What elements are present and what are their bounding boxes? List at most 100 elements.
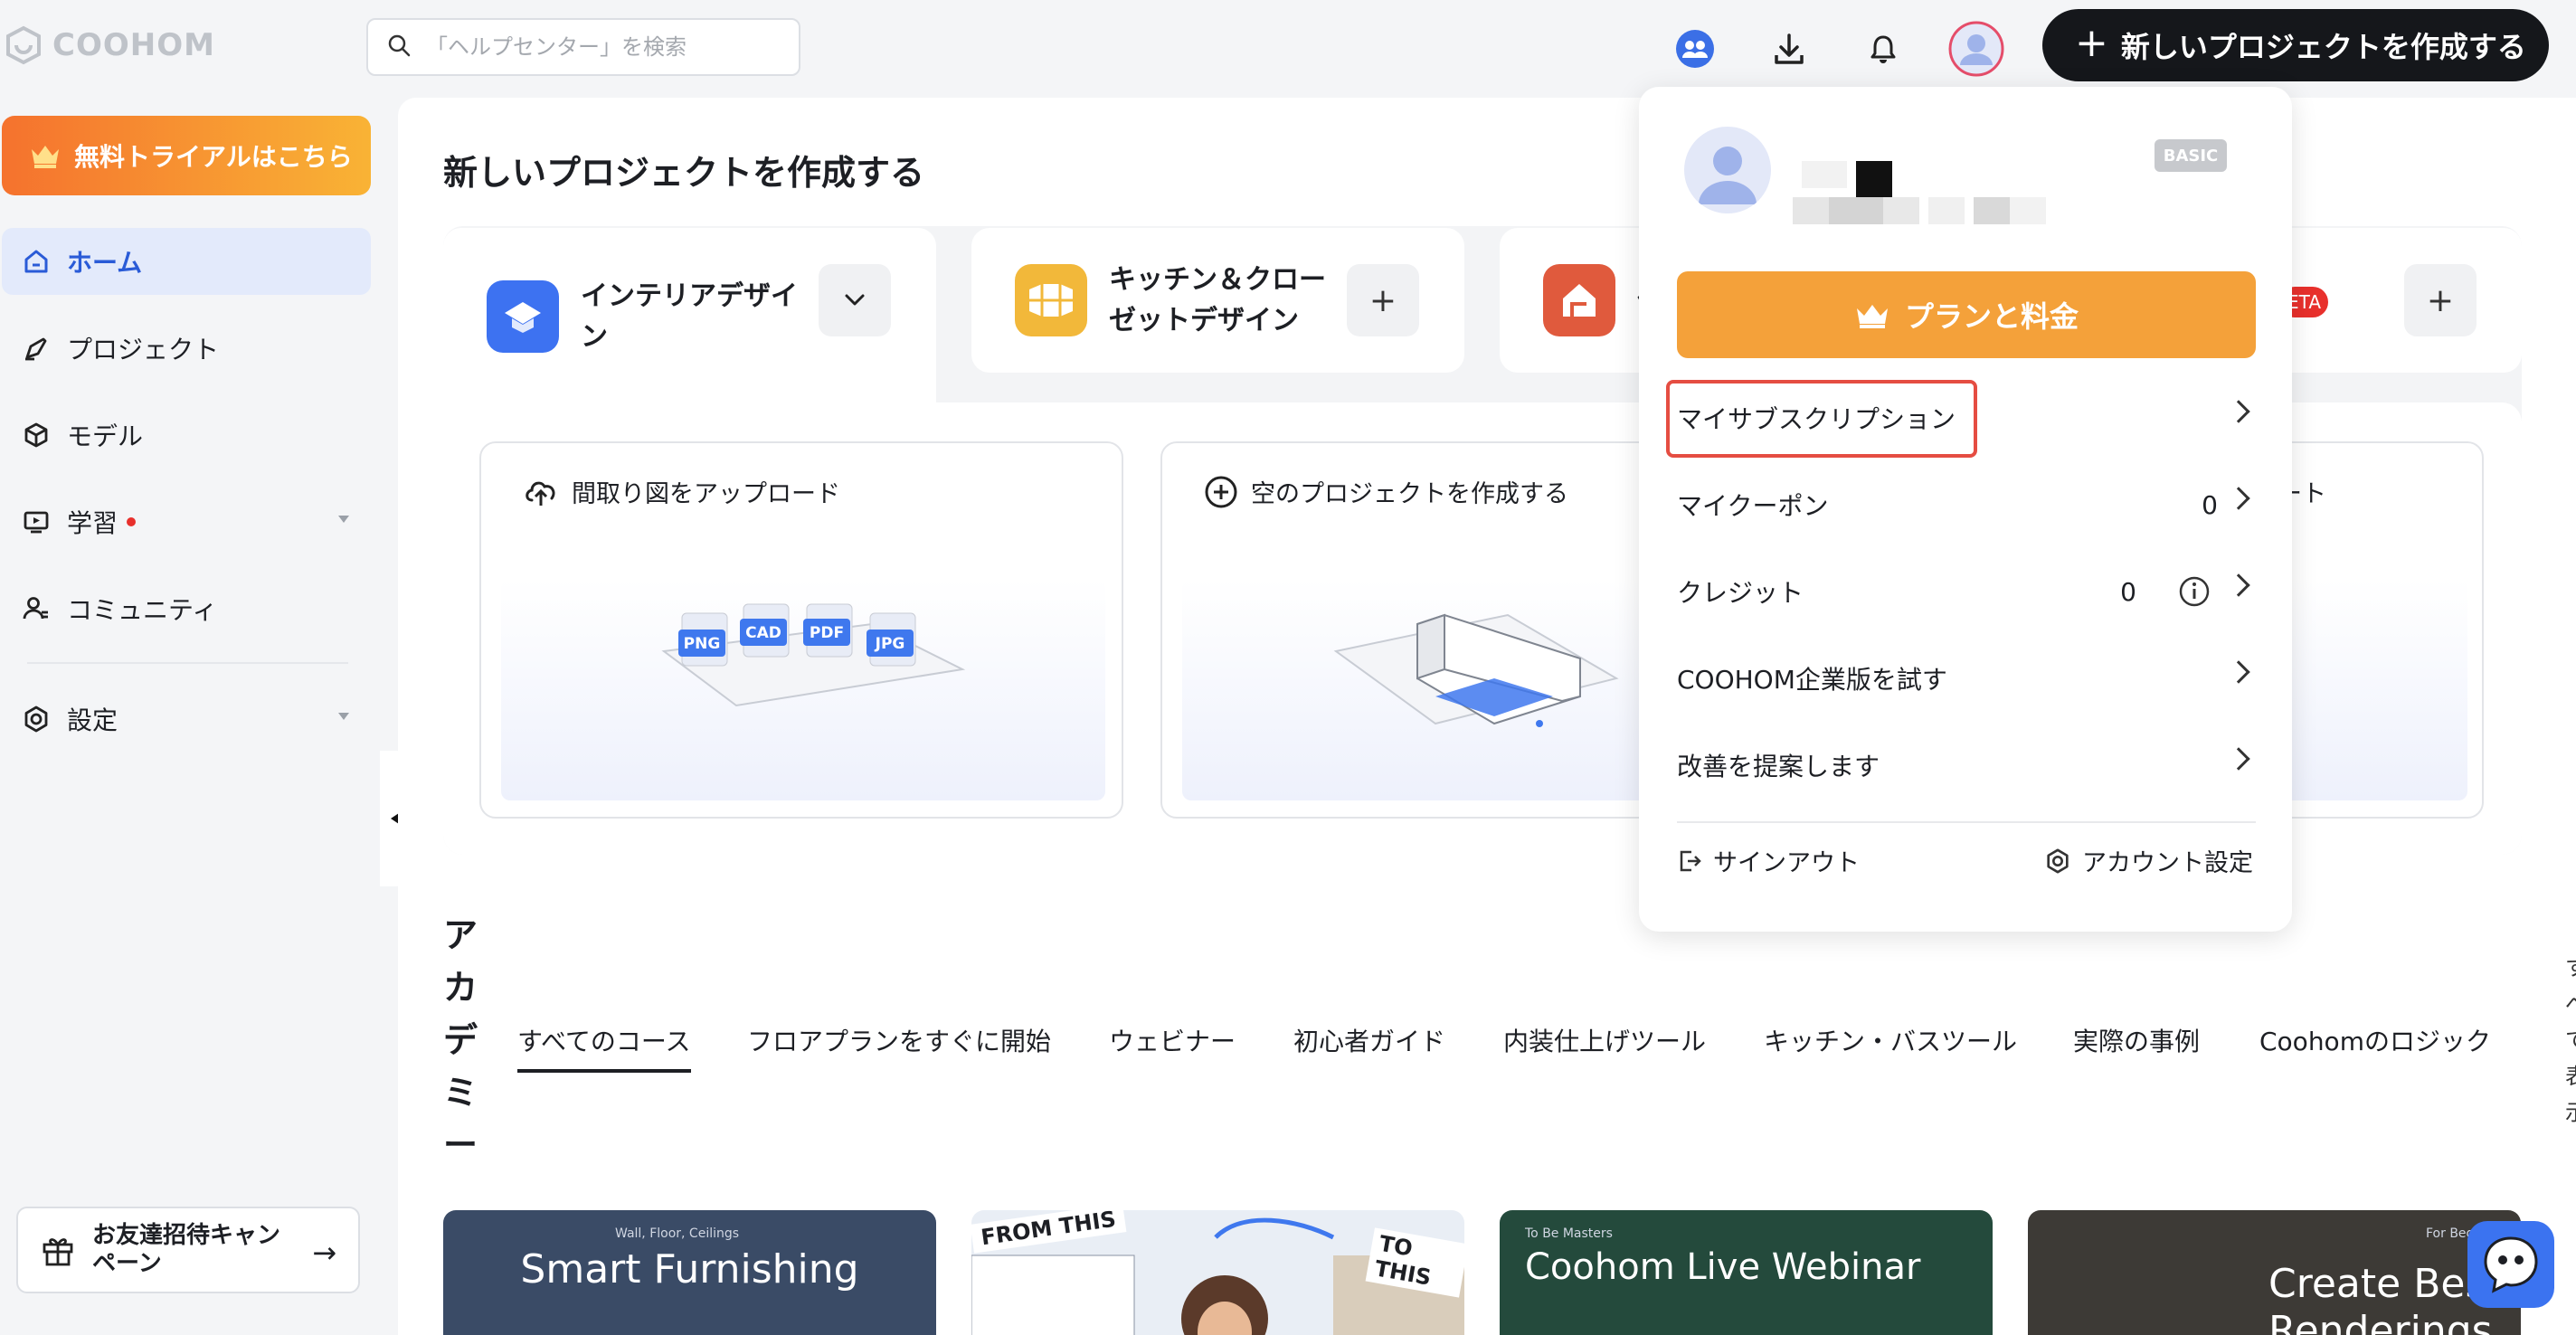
sidebar-item-learning[interactable]: 学習 xyxy=(2,488,371,555)
chevron-down-icon xyxy=(845,294,865,306)
course-title: Smart Furnishing xyxy=(520,1246,859,1292)
chevron-down-button[interactable] xyxy=(819,264,891,336)
jpg-file-icon: JPG xyxy=(867,612,916,667)
course-card-smart-furnishing[interactable]: Wall, Floor, Ceilings Smart Furnishing xyxy=(443,1210,936,1335)
menu-item-my-coupon[interactable]: マイクーポン 0 xyxy=(1677,478,2256,532)
expand-caret-icon[interactable] xyxy=(338,713,349,720)
settings-icon xyxy=(24,705,48,733)
sidebar-item-label: ホーム xyxy=(67,248,143,278)
plan-badge: BASIC xyxy=(2155,139,2227,172)
account-settings-button[interactable]: アカウント設定 xyxy=(2044,843,2253,878)
user-avatar-button[interactable] xyxy=(1947,20,2005,78)
upload-floorplan-card[interactable]: 間取り図をアップロード PNG CAD PDF JPG xyxy=(479,441,1123,819)
menu-item-suggest-improvement[interactable]: 改善を提案します xyxy=(1677,738,2256,792)
create-project-label: 新しいプロジェクトを作成する xyxy=(2120,30,2526,64)
cad-file-icon: CAD xyxy=(740,603,790,658)
dropdown-divider xyxy=(1677,821,2256,823)
sidebar-divider xyxy=(27,662,348,664)
coupon-count: 0 xyxy=(2202,489,2218,520)
sign-out-icon xyxy=(1680,850,1701,871)
free-trial-button[interactable]: 無料トライアルはこちら xyxy=(2,116,371,195)
pdf-file-icon: PDF xyxy=(803,603,853,658)
course-subtitle: To Be Masters xyxy=(1525,1226,1613,1241)
chevron-right-icon xyxy=(2227,487,2250,510)
search-input[interactable] xyxy=(426,34,770,60)
menu-item-label: クレジット xyxy=(1677,578,1804,608)
arrow-right-icon: → xyxy=(312,1236,336,1270)
course-card-live-webinar[interactable]: To Be Masters Coohom Live Webinar xyxy=(1500,1210,1993,1335)
plus-icon: + xyxy=(2426,281,2455,319)
course-card-before-after[interactable]: FROM THIS TO THIS xyxy=(971,1210,1464,1335)
menu-item-label: マイクーポン xyxy=(1677,491,1829,521)
bell-icon[interactable] xyxy=(1854,20,1912,78)
create-project-button[interactable]: + 新しいプロジェクトを作成する xyxy=(2042,9,2549,81)
search-icon xyxy=(386,33,412,62)
academy-tab-all[interactable]: すべてのコース xyxy=(517,1022,691,1073)
academy-tab-beginner[interactable]: 初心者ガイド xyxy=(1293,1022,1445,1058)
academy-tab-logic[interactable]: Coohomのロジック xyxy=(2259,1022,2491,1058)
tab-kitchen-closet-design[interactable]: キッチン＆クローゼットデザイン + xyxy=(971,228,1464,373)
coohom-logo[interactable]: COOHOM xyxy=(4,20,215,71)
option-label: 空のプロジェクトを作成する xyxy=(1251,480,1568,508)
invite-label: お友達招待キャンペーン xyxy=(92,1221,281,1277)
sidebar-item-project[interactable]: プロジェクト xyxy=(2,315,371,382)
invite-friends-banner[interactable]: お友達招待キャンペーン → xyxy=(16,1207,360,1293)
academy-tab-finishing-tools[interactable]: 内装仕上げツール xyxy=(1503,1022,1706,1058)
logo-text: COOHOM xyxy=(52,27,215,63)
sidebar-item-model[interactable]: モデル xyxy=(2,402,371,469)
academy-tab-kitchen-bath[interactable]: キッチン・バスツール xyxy=(1764,1022,2017,1058)
plus-circle-icon xyxy=(1205,476,1237,507)
sign-out-button[interactable]: サインアウト xyxy=(1677,843,1860,878)
svg-text:JPG: JPG xyxy=(875,635,905,653)
menu-item-credit[interactable]: クレジット 0 xyxy=(1677,564,2256,619)
sidebar-item-community[interactable]: コミュニティ xyxy=(2,575,371,642)
chat-support-button[interactable] xyxy=(2467,1221,2554,1308)
menu-item-label: 改善を提案します xyxy=(1677,752,1880,781)
svg-text:CAD: CAD xyxy=(745,624,781,642)
kitchen-design-icon xyxy=(1015,264,1087,336)
crown-icon xyxy=(1856,305,1888,328)
sidebar-item-settings[interactable]: 設定 xyxy=(2,686,371,753)
team-icon[interactable] xyxy=(1666,20,1724,78)
sidebar-item-label: モデル xyxy=(67,421,144,451)
sidebar-item-home[interactable]: ホーム xyxy=(2,228,371,295)
tab-label: インテリアデザイン xyxy=(581,279,798,353)
academy-tab-cases[interactable]: 実際の事例 xyxy=(2073,1022,2200,1058)
academy-tab-webinar[interactable]: ウェビナー xyxy=(1109,1022,1236,1058)
community-icon xyxy=(23,597,48,620)
account-settings-label: アカウント設定 xyxy=(2082,849,2253,877)
add-button[interactable]: + xyxy=(1347,264,1419,336)
plans-pricing-button[interactable]: プランと料金 xyxy=(1677,271,2256,358)
svg-text:PNG: PNG xyxy=(684,635,721,653)
download-icon[interactable] xyxy=(1760,20,1818,78)
tab-label: キッチン＆クローゼットデザイン xyxy=(1109,264,1326,336)
academy-tab-floorplan[interactable]: フロアプランをすぐに開始 xyxy=(747,1022,1051,1058)
info-icon[interactable] xyxy=(2178,575,2211,614)
add-button[interactable]: + xyxy=(2404,264,2477,336)
help-search-box[interactable] xyxy=(366,18,800,76)
settings-icon xyxy=(2047,848,2069,873)
plans-pricing-label: プランと料金 xyxy=(1904,299,2079,334)
project-icon xyxy=(25,337,47,361)
gift-icon xyxy=(43,1238,73,1266)
my-subscription-highlight xyxy=(1666,380,1977,458)
course-title: Coohom Live Webinar xyxy=(1525,1246,1921,1288)
overflow-text: すべ て 表 示 xyxy=(2565,950,2576,1131)
menu-item-label: COOHOM企業版を試す xyxy=(1677,665,1947,695)
course-card-renderings[interactable]: For Beginners Create Best Renderings xyxy=(2028,1210,2521,1335)
expand-caret-icon[interactable] xyxy=(338,516,349,523)
cube-icon xyxy=(24,422,48,448)
course-subtitle: Wall, Floor, Ceilings xyxy=(615,1226,740,1241)
menu-item-enterprise-trial[interactable]: COOHOM企業版を試す xyxy=(1677,651,2256,705)
sidebar-item-label: プロジェクト xyxy=(67,335,220,365)
monitor-icon xyxy=(24,511,49,534)
credit-count: 0 xyxy=(2120,576,2136,607)
png-file-icon: PNG xyxy=(678,612,728,667)
logo-mark-icon xyxy=(4,25,43,65)
sidebar: 無料トライアルはこちら ホーム プロジェクト モデル 学習 コミュニティ 設定 … xyxy=(0,98,384,1335)
tab-interior-design[interactable]: インテリアデザイン xyxy=(443,228,936,404)
dropdown-avatar xyxy=(1684,127,1771,213)
account-dropdown: BASIC プランと料金 マイサブスクリプション マイクーポン 0 クレジット … xyxy=(1639,87,2292,932)
chevron-right-icon xyxy=(2227,573,2250,597)
sign-out-label: サインアウト xyxy=(1713,849,1860,877)
